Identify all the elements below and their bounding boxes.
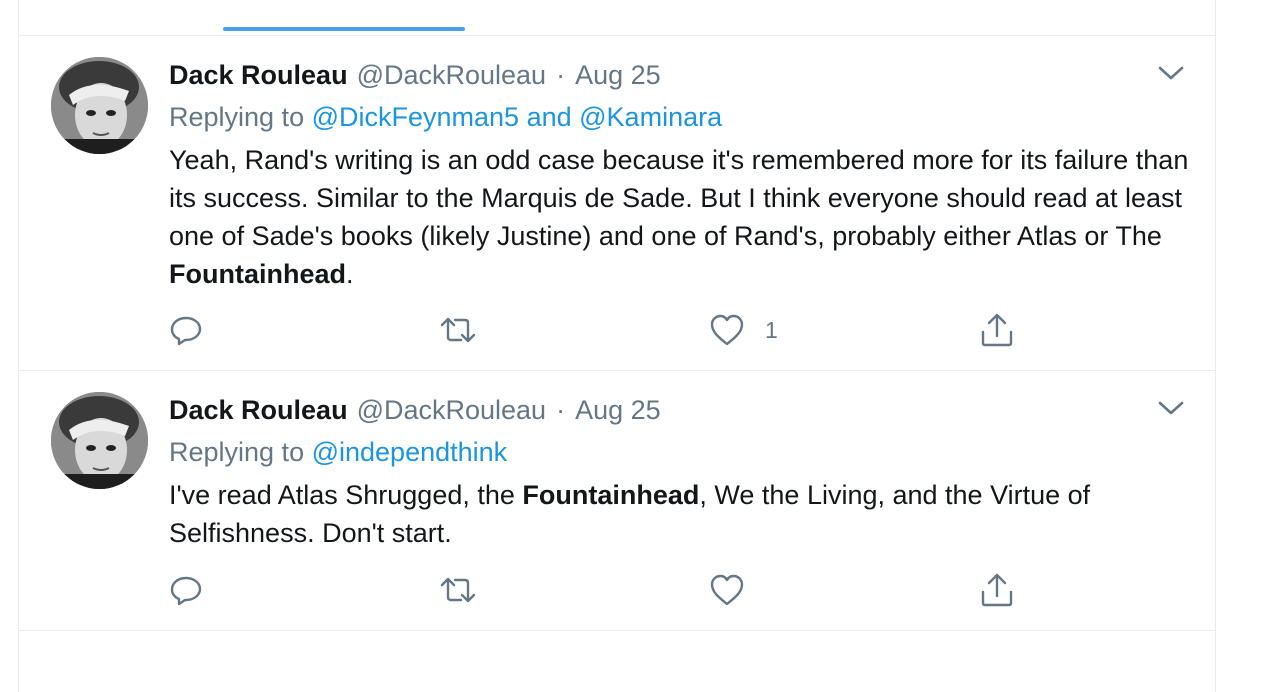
share-icon bbox=[981, 313, 1013, 347]
reply-button[interactable] bbox=[169, 570, 223, 610]
reply-icon bbox=[170, 576, 202, 606]
tweet-text-bold: Fountainhead bbox=[169, 259, 346, 289]
tweet-date[interactable]: Aug 25 bbox=[575, 56, 661, 94]
mention-link[interactable]: @DickFeynman5 bbox=[312, 102, 519, 132]
heart-icon bbox=[710, 314, 744, 346]
chevron-down-icon[interactable] bbox=[1156, 58, 1186, 88]
avatar[interactable] bbox=[51, 57, 148, 154]
reply-icon bbox=[170, 316, 202, 346]
heart-icon bbox=[710, 574, 744, 606]
tweet-text: Yeah, Rand's writing is an odd case beca… bbox=[169, 141, 1199, 293]
replying-prefix: Replying to bbox=[169, 437, 312, 467]
tweet-actions bbox=[169, 570, 1069, 610]
retweet-icon bbox=[440, 317, 476, 343]
timeline-column: Dack Rouleau @DackRouleau · Aug 25 Reply… bbox=[18, 0, 1216, 692]
tweet-text-part: I've read Atlas Shrugged, the bbox=[169, 480, 523, 510]
reply-button[interactable] bbox=[169, 310, 223, 350]
tweet-date[interactable]: Aug 25 bbox=[575, 391, 661, 429]
tweet-text: I've read Atlas Shrugged, the Fountainhe… bbox=[169, 476, 1199, 552]
mention-link[interactable]: @independthink bbox=[312, 437, 508, 467]
replying-to: Replying to @DickFeynman5 and @Kaminara bbox=[169, 98, 722, 136]
tweet-header: Dack Rouleau @DackRouleau · Aug 25 bbox=[169, 56, 661, 94]
tweet[interactable]: Dack Rouleau @DackRouleau · Aug 25 Reply… bbox=[19, 371, 1215, 631]
tweet-header: Dack Rouleau @DackRouleau · Aug 25 bbox=[169, 391, 661, 429]
display-name[interactable]: Dack Rouleau bbox=[169, 56, 348, 94]
like-button[interactable]: 1 bbox=[709, 310, 778, 350]
chevron-down-icon[interactable] bbox=[1156, 393, 1186, 423]
retweet-icon bbox=[440, 577, 476, 603]
share-button[interactable] bbox=[979, 310, 1015, 350]
user-handle[interactable]: @DackRouleau bbox=[357, 56, 547, 94]
display-name[interactable]: Dack Rouleau bbox=[169, 391, 348, 429]
replying-to: Replying to @independthink bbox=[169, 433, 507, 471]
separator-dot: · bbox=[556, 395, 566, 425]
tweet[interactable]: Dack Rouleau @DackRouleau · Aug 25 Reply… bbox=[19, 36, 1215, 371]
tweet-actions: 1 bbox=[169, 310, 1069, 350]
retweet-button[interactable] bbox=[439, 310, 497, 350]
tweet-text-part: . bbox=[346, 259, 354, 289]
user-handle[interactable]: @DackRouleau bbox=[357, 391, 547, 429]
replying-and[interactable]: and bbox=[519, 102, 579, 132]
separator-dot: · bbox=[556, 60, 566, 90]
replying-prefix: Replying to bbox=[169, 102, 312, 132]
like-count: 1 bbox=[765, 317, 778, 343]
tweet-text-part: Yeah, Rand's writing is an odd case beca… bbox=[169, 145, 1189, 251]
active-tab-indicator bbox=[223, 27, 465, 31]
share-button[interactable] bbox=[979, 570, 1015, 610]
avatar[interactable] bbox=[51, 392, 148, 489]
tweet-text-bold: Fountainhead bbox=[522, 480, 700, 510]
like-button[interactable] bbox=[709, 570, 765, 610]
mention-link[interactable]: @Kaminara bbox=[579, 102, 722, 132]
retweet-button[interactable] bbox=[439, 570, 497, 610]
share-icon bbox=[981, 573, 1013, 607]
